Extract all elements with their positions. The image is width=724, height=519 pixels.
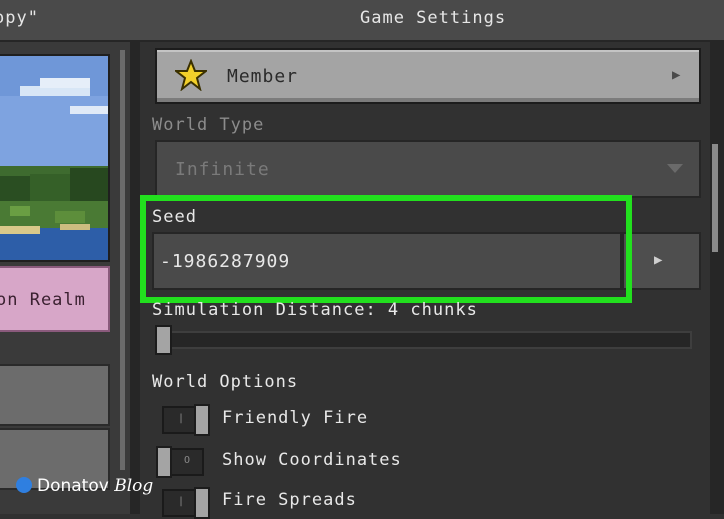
left-scrollbar[interactable] [120, 50, 125, 470]
toggle-on-mark: | [178, 496, 185, 507]
seed-highlight-box [140, 195, 632, 303]
fire-spreads-label: Fire Spreads [222, 490, 357, 510]
world-name-title: opy" [0, 8, 39, 28]
simulation-distance-label: Simulation Distance: 4 chunks [152, 300, 478, 320]
chevron-right-icon: ▶ [654, 252, 663, 268]
panel-divider [130, 42, 140, 514]
slider-handle[interactable] [155, 325, 172, 355]
toggle-knob [194, 487, 210, 519]
star-icon [175, 59, 207, 91]
world-type-label: World Type [152, 115, 265, 135]
chevron-right-icon: ▶ [672, 67, 681, 83]
fire-spreads-toggle[interactable]: | [162, 487, 210, 519]
world-type-dropdown[interactable]: Infinite [155, 140, 701, 198]
toggle-knob [194, 404, 210, 436]
watermark: Donatov Blog [16, 476, 153, 496]
show-coordinates-toggle[interactable]: O [156, 446, 204, 478]
title-bar: opy" Game Settings [0, 0, 724, 42]
simulation-distance-slider[interactable] [155, 331, 692, 349]
friendly-fire-toggle[interactable]: | [162, 404, 210, 436]
toggle-on-mark: | [178, 413, 185, 424]
world-type-value: Infinite [175, 159, 270, 180]
permission-label: Member [227, 66, 299, 87]
seed-side-button[interactable]: ▶ [622, 232, 701, 290]
page-title: Game Settings [360, 8, 507, 28]
toggle-knob [156, 446, 172, 478]
show-coordinates-label: Show Coordinates [222, 450, 402, 470]
brand-suffix: Blog [114, 476, 154, 496]
toggle-off-mark: O [184, 455, 191, 466]
friendly-fire-label: Friendly Fire [222, 408, 369, 428]
caret-down-icon [667, 164, 683, 173]
settings-scrollbar-thumb[interactable] [712, 144, 718, 252]
world-thumbnail [0, 54, 110, 262]
settings-scrollbar-track[interactable] [710, 42, 724, 514]
brand-name: Donatov [37, 476, 109, 496]
permission-button[interactable]: Member ▶ [155, 48, 701, 104]
left-action-button-1[interactable] [0, 364, 110, 426]
world-options-label: World Options [152, 372, 299, 392]
play-on-realm-button[interactable]: on Realm [0, 266, 110, 332]
brand-logo-icon [16, 477, 32, 493]
realm-button-label: on Realm [0, 290, 86, 310]
